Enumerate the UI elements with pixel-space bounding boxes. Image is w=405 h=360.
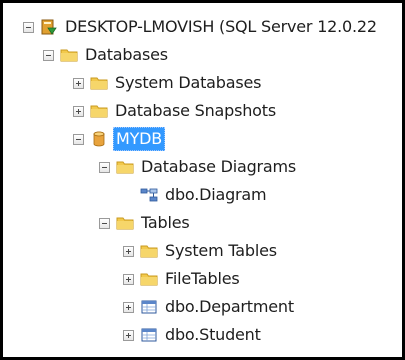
server-icon [40, 19, 58, 35]
database-snapshots-label: Database Snapshots [115, 101, 276, 120]
dbo-diagram-label: dbo.Diagram [165, 185, 267, 204]
databases-label: Databases [85, 45, 168, 64]
tree-node-dbo-diagram[interactable]: dbo.Diagram [123, 183, 268, 207]
folder-icon [90, 103, 108, 119]
collapse-toggle[interactable] [43, 49, 54, 61]
expand-toggle[interactable] [123, 301, 134, 313]
tables-label: Tables [141, 213, 190, 232]
folder-icon [140, 243, 158, 259]
tree-node-database-snapshots[interactable]: Database Snapshots [73, 99, 278, 123]
database-icon [90, 131, 108, 147]
collapse-toggle[interactable] [99, 161, 110, 173]
expand-toggle[interactable] [73, 105, 84, 117]
collapse-toggle[interactable] [73, 133, 84, 145]
expand-toggle[interactable] [73, 77, 84, 89]
folder-icon [90, 75, 108, 91]
folder-icon [116, 215, 134, 231]
mydb-label: MYDB [113, 127, 166, 151]
tree-node-filetables[interactable]: FileTables [123, 267, 242, 291]
tree-node-databases[interactable]: Databases [43, 43, 170, 67]
tree-node-tables[interactable]: Tables [99, 211, 192, 235]
tree-node-system-databases[interactable]: System Databases [73, 71, 263, 95]
server-label: DESKTOP-LMOVISH (SQL Server 12.0.22 [65, 17, 377, 36]
tree-node-mydb[interactable]: MYDB [73, 127, 166, 151]
table-icon [140, 299, 158, 315]
object-explorer-tree: DESKTOP-LMOVISH (SQL Server 12.0.22 Data… [3, 3, 402, 357]
collapse-toggle[interactable] [99, 217, 110, 229]
filetables-label: FileTables [165, 269, 240, 288]
tree-node-system-tables[interactable]: System Tables [123, 239, 279, 263]
tree-node-dbo-student[interactable]: dbo.Student [123, 323, 263, 347]
dbo-department-label: dbo.Department [165, 297, 294, 316]
tree-node-server[interactable]: DESKTOP-LMOVISH (SQL Server 12.0.22 [23, 15, 379, 39]
expand-toggle[interactable] [123, 329, 134, 341]
folder-icon [60, 47, 78, 63]
expand-toggle[interactable] [123, 245, 134, 257]
dbo-student-label: dbo.Student [165, 325, 261, 344]
collapse-toggle[interactable] [23, 21, 34, 33]
system-tables-label: System Tables [165, 241, 277, 260]
table-icon [140, 327, 158, 343]
tree-node-dbo-department[interactable]: dbo.Department [123, 295, 296, 319]
system-databases-label: System Databases [115, 73, 262, 92]
object-explorer-panel: DESKTOP-LMOVISH (SQL Server 12.0.22 Data… [0, 0, 405, 360]
tree-node-database-diagrams[interactable]: Database Diagrams [99, 155, 298, 179]
folder-icon [140, 271, 158, 287]
expand-toggle[interactable] [123, 273, 134, 285]
diagram-icon [140, 187, 158, 203]
folder-icon [116, 159, 134, 175]
database-diagrams-label: Database Diagrams [141, 157, 297, 176]
